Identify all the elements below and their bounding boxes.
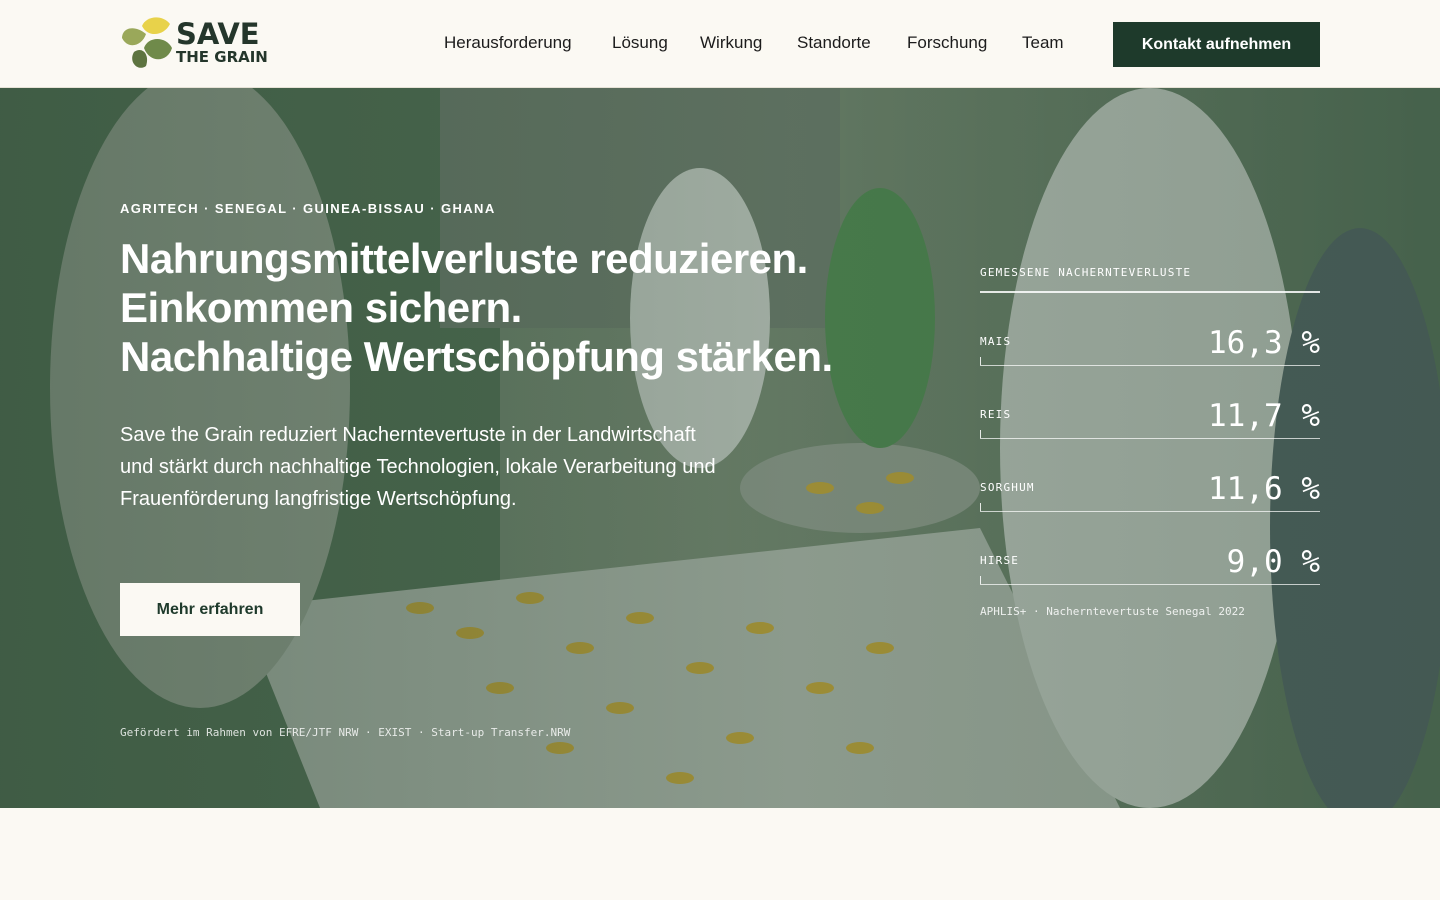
nav-item-forschung[interactable]: Forschung <box>907 33 987 53</box>
nav-item-wirkung[interactable]: Wirkung <box>700 33 762 53</box>
funding-note: Gefördert im Rahmen von EFRE/JTF NRW · E… <box>120 726 571 739</box>
hero-lead-text: Save the Grain reduziert Nacherntevertus… <box>120 424 716 510</box>
headline-line-1: Nahrungsmittelverluste reduzieren. <box>120 235 808 282</box>
nav-item-herausforderung[interactable]: Herausforderung <box>444 33 572 53</box>
contact-button[interactable]: Kontakt aufnehmen <box>1113 22 1320 67</box>
nav-item-loesung[interactable]: Lösung <box>612 33 668 53</box>
leaf-logo-icon <box>122 17 172 68</box>
hero-section: AGRITECH · SENEGAL · GUINEA-BISSAU · GHA… <box>0 88 1440 808</box>
stat-value: 9,0 % <box>1226 544 1320 580</box>
logo-line-2: THE GRAIN <box>176 48 268 66</box>
stat-value: 16,3 % <box>1208 325 1320 361</box>
stat-row: HIRSE 9,0 % <box>980 512 1320 585</box>
site-header: SAVE THE GRAIN Herausforderung Lösung Wi… <box>0 0 1440 88</box>
headline-line-2: Einkommen sichern. <box>120 284 522 331</box>
stats-title: GEMESSENE NACHERNTEVERLUSTE <box>980 266 1320 293</box>
stat-label: HIRSE <box>980 554 1020 567</box>
loss-stats-panel: GEMESSENE NACHERNTEVERLUSTE MAIS 16,3 % … <box>980 266 1320 618</box>
stats-source: APHLIS+ · Nacherntevertuste Senegal 2022 <box>980 605 1245 618</box>
logo[interactable]: SAVE THE GRAIN <box>120 16 280 72</box>
stat-tick <box>980 576 981 584</box>
nav-item-team[interactable]: Team <box>1022 33 1064 53</box>
stat-value: 11,6 % <box>1208 471 1320 507</box>
stat-tick <box>980 357 981 365</box>
logo-wordmark: SAVE THE GRAIN <box>176 20 268 65</box>
logo-line-1: SAVE <box>176 17 260 51</box>
hero-headline: Nahrungsmittelverluste reduzieren. Einko… <box>120 234 940 381</box>
stat-row: REIS 11,7 % <box>980 366 1320 439</box>
learn-more-button[interactable]: Mehr erfahren <box>120 583 300 636</box>
hero-eyebrow: AGRITECH · SENEGAL · GUINEA-BISSAU · GHA… <box>120 201 496 216</box>
stat-label: REIS <box>980 408 1012 421</box>
stat-label: SORGHUM <box>980 481 1035 494</box>
stat-value: 11,7 % <box>1208 398 1320 434</box>
stat-label: MAIS <box>980 335 1012 348</box>
stat-row: SORGHUM 11,6 % <box>980 439 1320 512</box>
nav-item-standorte[interactable]: Standorte <box>797 33 871 53</box>
stat-tick <box>980 503 981 511</box>
stat-tick <box>980 430 981 438</box>
headline-line-3: Nachhaltige Wertschöpfung stärken. <box>120 333 833 380</box>
stat-row: MAIS 16,3 % <box>980 293 1320 366</box>
